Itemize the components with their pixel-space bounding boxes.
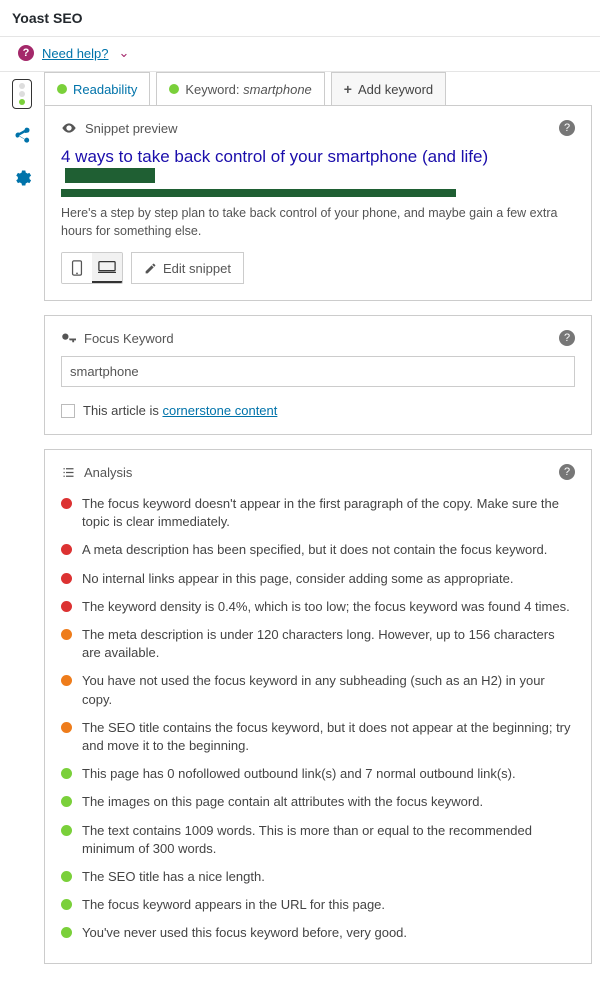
- analysis-item: You've never used this focus keyword bef…: [61, 919, 575, 947]
- gear-icon: [12, 168, 32, 188]
- edit-snippet-label: Edit snippet: [163, 261, 231, 276]
- status-bullet-icon: [61, 899, 72, 910]
- status-bullet-icon: [61, 768, 72, 779]
- analysis-card: Analysis ? The focus keyword doesn't app…: [44, 449, 592, 964]
- redacted-block: [65, 168, 155, 183]
- social-tab[interactable]: [8, 122, 36, 150]
- focus-keyword-heading: Focus Keyword: [84, 331, 174, 346]
- side-tabs: [0, 72, 44, 984]
- help-icon[interactable]: ?: [559, 120, 575, 136]
- status-bullet-icon: [61, 796, 72, 807]
- status-bullet-icon: [61, 927, 72, 938]
- tab-readability-label: Readability: [73, 82, 137, 97]
- panel-title: Yoast SEO: [0, 0, 600, 37]
- status-bullet-icon: [61, 544, 72, 555]
- analysis-item: The focus keyword doesn't appear in the …: [61, 490, 575, 536]
- cornerstone-row: This article is cornerstone content: [61, 403, 575, 418]
- analysis-item: The meta description is under 120 charac…: [61, 621, 575, 667]
- analysis-item: The keyword density is 0.4%, which is to…: [61, 593, 575, 621]
- analysis-item-text: The focus keyword appears in the URL for…: [82, 896, 385, 914]
- analysis-item-text: The SEO title has a nice length.: [82, 868, 265, 886]
- analysis-item-text: The meta description is under 120 charac…: [82, 626, 575, 662]
- seo-score-tab[interactable]: [8, 80, 36, 108]
- snippet-heading: Snippet preview: [85, 121, 178, 136]
- analysis-item-text: The focus keyword doesn't appear in the …: [82, 495, 575, 531]
- status-bullet-icon: [61, 573, 72, 584]
- status-bullet-icon: [61, 825, 72, 836]
- tab-add-keyword-label: Add keyword: [358, 82, 433, 97]
- analysis-item-text: This page has 0 nofollowed outbound link…: [82, 765, 516, 783]
- preview-device-toggle: [61, 252, 123, 284]
- eye-icon: [61, 120, 77, 136]
- list-icon: [61, 465, 76, 480]
- tab-readability[interactable]: Readability: [44, 72, 150, 105]
- help-icon[interactable]: ?: [559, 464, 575, 480]
- analysis-item: A meta description has been specified, b…: [61, 536, 575, 564]
- cornerstone-text: This article is cornerstone content: [83, 403, 277, 418]
- plus-icon: +: [344, 81, 352, 97]
- cornerstone-checkbox[interactable]: [61, 404, 75, 418]
- status-dot-icon: [169, 84, 179, 94]
- analysis-item-text: The text contains 1009 words. This is mo…: [82, 822, 575, 858]
- status-bullet-icon: [61, 871, 72, 882]
- status-bullet-icon: [61, 675, 72, 686]
- pencil-icon: [144, 262, 157, 275]
- content-tabs: Readability Keyword: smartphone + Add ke…: [44, 72, 592, 105]
- help-badge-icon: ?: [18, 45, 34, 61]
- chevron-down-icon[interactable]: ⌄: [119, 45, 130, 61]
- traffic-light-icon: [12, 79, 32, 109]
- analysis-list: The focus keyword doesn't appear in the …: [61, 490, 575, 947]
- focus-keyword-card: Focus Keyword ? This article is cornerst…: [44, 315, 592, 435]
- analysis-item-text: The images on this page contain alt attr…: [82, 793, 483, 811]
- mobile-icon: [71, 260, 83, 276]
- status-bullet-icon: [61, 629, 72, 640]
- analysis-item-text: The SEO title contains the focus keyword…: [82, 719, 575, 755]
- analysis-item: No internal links appear in this page, c…: [61, 565, 575, 593]
- analysis-item-text: You have not used the focus keyword in a…: [82, 672, 575, 708]
- snippet-preview-card: Snippet preview ? 4 ways to take back co…: [44, 105, 592, 301]
- key-icon: [61, 331, 76, 346]
- status-dot-icon: [57, 84, 67, 94]
- analysis-item: The SEO title has a nice length.: [61, 863, 575, 891]
- analysis-heading: Analysis: [84, 465, 132, 480]
- analysis-item: You have not used the focus keyword in a…: [61, 667, 575, 713]
- need-help-link[interactable]: Need help?: [42, 46, 109, 61]
- status-bullet-icon: [61, 722, 72, 733]
- cornerstone-link[interactable]: cornerstone content: [162, 403, 277, 418]
- status-bullet-icon: [61, 601, 72, 612]
- tab-keyword[interactable]: Keyword: smartphone: [156, 72, 324, 105]
- advanced-tab[interactable]: [8, 164, 36, 192]
- mobile-preview-button[interactable]: [62, 253, 92, 283]
- desktop-icon: [98, 260, 116, 274]
- analysis-item: The SEO title contains the focus keyword…: [61, 714, 575, 760]
- tab-add-keyword[interactable]: + Add keyword: [331, 72, 446, 105]
- help-row: ? Need help? ⌄: [0, 37, 600, 72]
- analysis-item: The images on this page contain alt attr…: [61, 788, 575, 816]
- share-icon: [12, 126, 32, 146]
- analysis-item: The text contains 1009 words. This is mo…: [61, 817, 575, 863]
- analysis-item: This page has 0 nofollowed outbound link…: [61, 760, 575, 788]
- analysis-item-text: You've never used this focus keyword bef…: [82, 924, 407, 942]
- edit-snippet-button[interactable]: Edit snippet: [131, 252, 244, 284]
- snippet-title: 4 ways to take back control of your smar…: [61, 147, 488, 166]
- help-icon[interactable]: ?: [559, 330, 575, 346]
- analysis-item-text: No internal links appear in this page, c…: [82, 570, 513, 588]
- tab-keyword-label: Keyword: smartphone: [185, 82, 311, 97]
- snippet-description: Here's a step by step plan to take back …: [61, 205, 575, 240]
- analysis-item-text: The keyword density is 0.4%, which is to…: [82, 598, 570, 616]
- analysis-item-text: A meta description has been specified, b…: [82, 541, 547, 559]
- desktop-preview-button[interactable]: [92, 253, 122, 283]
- analysis-item: The focus keyword appears in the URL for…: [61, 891, 575, 919]
- status-bullet-icon: [61, 498, 72, 509]
- snippet-title-row: 4 ways to take back control of your smar…: [61, 146, 575, 197]
- focus-keyword-input[interactable]: [61, 356, 575, 387]
- redacted-block: [61, 189, 456, 197]
